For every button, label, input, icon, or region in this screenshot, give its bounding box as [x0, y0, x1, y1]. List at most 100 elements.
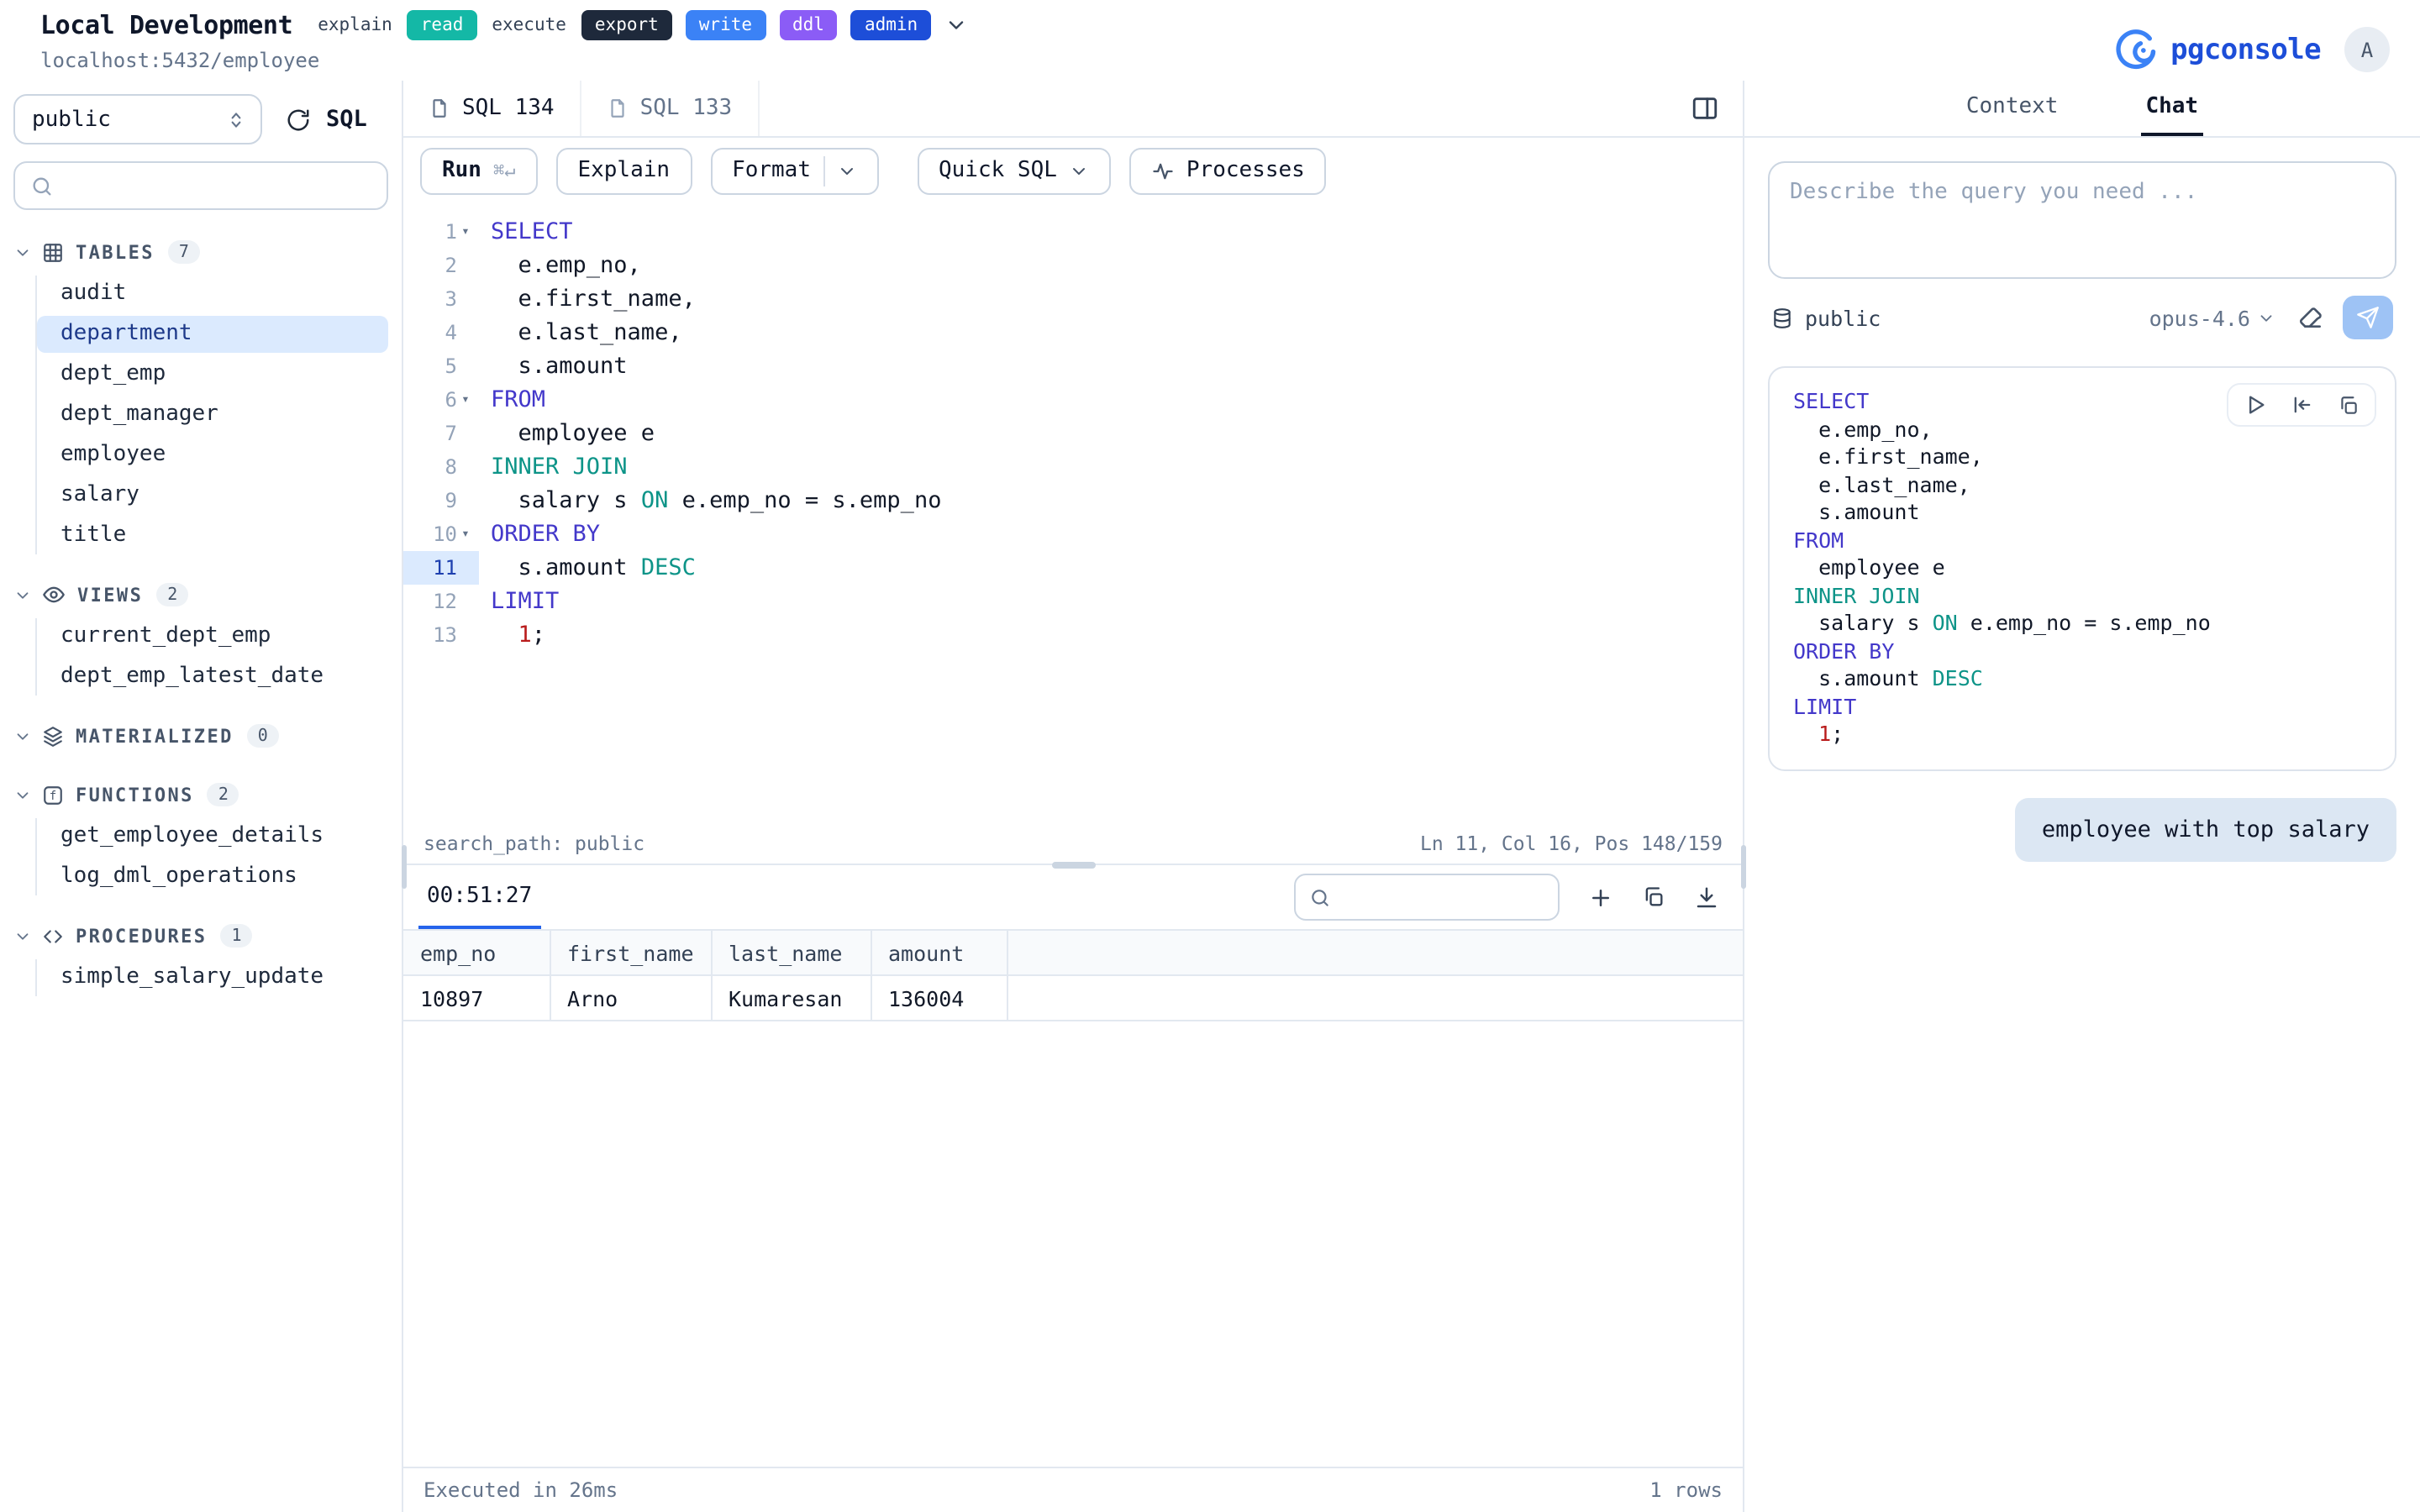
file-icon	[429, 97, 450, 119]
tree-item-dept_emp_latest_date[interactable]: dept_emp_latest_date	[37, 659, 388, 696]
line-number: 3	[403, 282, 479, 316]
cell-last_name: Kumaresan	[711, 975, 871, 1021]
chevron-down-icon	[1069, 160, 1089, 181]
tree-item-title[interactable]: title	[37, 517, 388, 554]
code-line: s.amount	[1793, 499, 2371, 527]
code-line: FROM	[1793, 527, 2371, 554]
copy-code-icon[interactable]	[2338, 394, 2360, 416]
cell-first_name: Arno	[550, 975, 711, 1021]
permissions-chevron-down-icon[interactable]	[944, 13, 968, 37]
permission-badge-admin: admin	[851, 10, 931, 39]
download-results-icon[interactable]	[1694, 885, 1719, 910]
tree-item-dept_manager[interactable]: dept_manager	[37, 396, 388, 433]
send-button[interactable]	[2343, 296, 2393, 339]
insert-to-editor-icon[interactable]	[2291, 393, 2314, 417]
section-procedures[interactable]: PROCEDURES1	[13, 917, 388, 954]
tree-item-log_dml_operations[interactable]: log_dml_operations	[37, 858, 388, 895]
cell-filler	[1007, 975, 1743, 1021]
column-header-emp_no[interactable]: emp_no	[403, 930, 550, 975]
permission-badge-write: write	[686, 10, 765, 39]
tree-item-current_dept_emp[interactable]: current_dept_emp	[37, 618, 388, 655]
section-count-badge: 2	[208, 783, 239, 806]
schema-select[interactable]: public	[13, 94, 262, 144]
permission-badge-read: read	[408, 10, 477, 39]
tab-sql-134[interactable]: SQL 134	[403, 81, 581, 136]
run-query-icon[interactable]	[2244, 393, 2267, 417]
sql-editor[interactable]: 1▾SELECT2 e.emp_no,3 e.first_name,4 e.la…	[403, 203, 1743, 823]
code-line: ORDER BY	[479, 517, 600, 551]
column-header-amount[interactable]: amount	[871, 930, 1007, 975]
permission-badge-execute: execute	[490, 10, 568, 39]
result-set-tab[interactable]: 00:51:27	[418, 865, 540, 929]
header-right: pgconsole A	[2108, 10, 2390, 81]
line-number: 1▾	[403, 215, 479, 249]
code-line: FROM	[479, 383, 545, 417]
tab-context[interactable]: Context	[1961, 81, 2064, 136]
sql-mode-button[interactable]: SQL	[326, 106, 367, 133]
section-functions[interactable]: fFUNCTIONS2	[13, 776, 388, 813]
section-tables[interactable]: TABLES7	[13, 234, 388, 270]
sidebar-resize-handle[interactable]	[401, 845, 406, 889]
schema-chip[interactable]: public	[1771, 305, 1881, 330]
format-button[interactable]: Format	[710, 147, 878, 194]
model-select[interactable]: opus-4.6	[2149, 305, 2275, 330]
results-search	[1294, 874, 1560, 921]
prompt-input[interactable]	[1790, 180, 2375, 260]
code-line: employee e	[1793, 554, 2371, 582]
quick-sql-button[interactable]: Quick SQL	[917, 147, 1111, 194]
section-materialized[interactable]: MATERIALIZED0	[13, 717, 388, 754]
object-tree: TABLES7 audit departmentdept_empdept_manag…	[0, 210, 402, 1000]
button-divider	[823, 155, 824, 186]
code-line: salary s ON e.emp_no = s.emp_no	[479, 484, 941, 517]
run-button[interactable]: Run ⌘↵	[420, 147, 537, 194]
layers-icon	[42, 725, 64, 747]
assistant-tabbar: Context Chat	[1744, 81, 2420, 138]
column-header-last_name[interactable]: last_name	[711, 930, 871, 975]
chat-panel-resize-handle[interactable]	[1740, 845, 1745, 889]
section-views[interactable]: VIEWS2	[13, 576, 388, 613]
copy-results-icon[interactable]	[1642, 885, 1665, 909]
processes-button[interactable]: Processes	[1129, 147, 1327, 194]
divider-grip[interactable]	[1051, 862, 1095, 868]
section-chevron-icon	[13, 785, 32, 804]
sidebar-search-input[interactable]	[66, 173, 371, 198]
refresh-icon[interactable]	[286, 107, 311, 132]
clear-chat-icon[interactable]	[2297, 304, 2324, 331]
results-divider[interactable]	[403, 864, 1743, 865]
line-number: 5	[403, 349, 479, 383]
tree-item-employee[interactable]: employee	[37, 437, 388, 474]
tree-item-salary[interactable]: salary	[37, 477, 388, 514]
fold-chevron-icon: ▾	[457, 383, 474, 417]
section-chevron-icon	[13, 727, 32, 745]
prompt-composer	[1768, 161, 2396, 279]
tree-item-dept_emp[interactable]: dept_emp	[37, 356, 388, 393]
tab-chat[interactable]: Chat	[2140, 81, 2203, 136]
explain-button[interactable]: Explain	[555, 147, 692, 194]
line-number: 11	[403, 551, 479, 585]
tree-item-audit[interactable]: audit	[37, 276, 388, 312]
search-icon	[30, 174, 54, 197]
sidebar: public SQL TABLES7auditdepartmentdept_em…	[0, 81, 403, 1512]
format-label: Format	[732, 158, 811, 183]
tree-item-simple_salary_update[interactable]: simple_salary_update	[37, 959, 388, 996]
results-footer: Executed in 26ms 1 rows	[403, 1467, 1743, 1512]
permission-badge-explain: explain	[316, 10, 394, 39]
add-result-tab-icon[interactable]	[1588, 885, 1613, 910]
section-count-badge: 1	[220, 924, 252, 948]
tree-item-get_employee_details[interactable]: get_employee_details	[37, 818, 388, 855]
results-search-input[interactable]	[1341, 885, 1544, 909]
panel-layout-icon[interactable]	[1691, 94, 1719, 123]
code-line: LIMIT	[1793, 693, 2371, 721]
fold-chevron-icon: ▾	[457, 517, 474, 551]
section-label: MATERIALIZED	[76, 725, 234, 747]
section-chevron-icon	[13, 243, 32, 261]
chevron-down-icon[interactable]	[836, 160, 856, 181]
header-left: Local Development explainreadexecuteexpo…	[40, 10, 968, 81]
column-header-first_name[interactable]: first_name	[550, 930, 711, 975]
user-avatar[interactable]: A	[2344, 27, 2390, 72]
tree-item-department[interactable]: department	[37, 316, 388, 353]
tab-sql-133[interactable]: SQL 133	[581, 81, 760, 136]
table-row[interactable]: 10897ArnoKumaresan136004	[403, 975, 1743, 1021]
user-message-row: employee with top salary	[1768, 797, 2396, 861]
quick-sql-label: Quick SQL	[939, 158, 1057, 183]
